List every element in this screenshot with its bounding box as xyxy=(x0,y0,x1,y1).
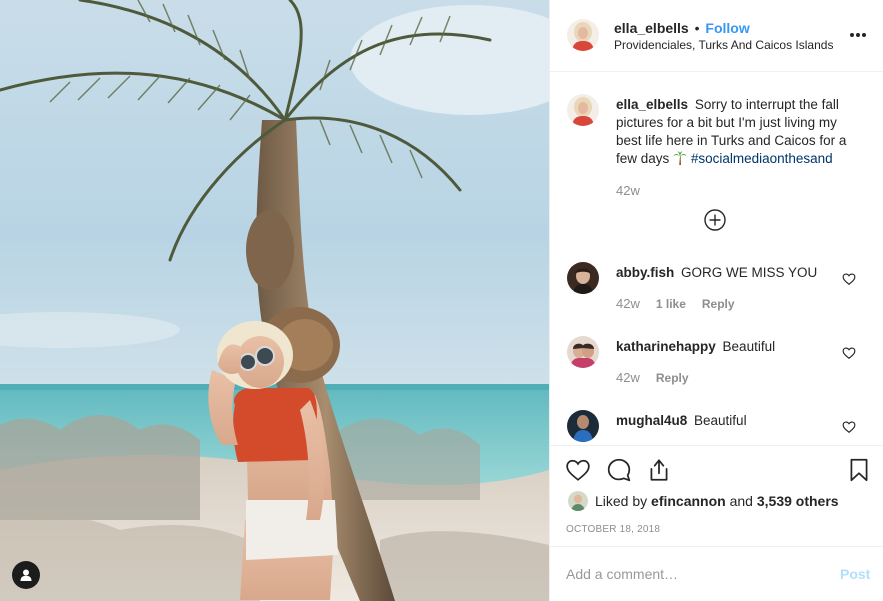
comment-time[interactable]: 42w xyxy=(616,296,640,311)
comment-input[interactable] xyxy=(566,563,806,585)
comment-text-line: abby.fish GORG WE MISS YOU xyxy=(616,264,838,282)
comment-username[interactable]: katharinehappy xyxy=(616,339,716,354)
add-comment-form: Post xyxy=(550,546,883,601)
caption-username[interactable]: ella_elbells xyxy=(616,97,688,112)
comment-username[interactable]: abby.fish xyxy=(616,265,674,280)
header-line: ella_elbells • Follow xyxy=(614,20,750,36)
comment-heart-icon[interactable] xyxy=(842,272,856,286)
caption-time[interactable]: 42w xyxy=(616,183,640,198)
comment-heart-icon[interactable] xyxy=(842,346,856,360)
beach-photo-image xyxy=(0,0,549,601)
post-actions: Liked by efincannon and 3,539 others OCT… xyxy=(550,447,883,547)
comment-text: Beautiful xyxy=(694,413,747,428)
commenter-avatar[interactable] xyxy=(567,336,599,368)
liked-by-prefix: Liked by xyxy=(595,493,648,509)
liked-by-user[interactable]: efincannon xyxy=(651,493,726,509)
caption: ella_elbells Sorry to interrupt the fall… xyxy=(616,96,866,168)
post-comment-button[interactable]: Post xyxy=(840,566,870,582)
instagram-post: ella_elbells • Follow Providenciales, Tu… xyxy=(0,0,883,601)
comment-meta: 42w Reply xyxy=(616,370,689,385)
comment-icon[interactable] xyxy=(606,457,632,483)
post-date[interactable]: OCTOBER 18, 2018 xyxy=(566,524,660,535)
bookmark-icon[interactable] xyxy=(846,457,872,483)
author-username[interactable]: ella_elbells xyxy=(614,20,689,36)
comment-text: GORG WE MISS YOU xyxy=(681,265,818,280)
more-options-icon[interactable] xyxy=(850,27,868,43)
user-tag-icon[interactable] xyxy=(12,561,40,589)
caption-hashtag[interactable]: #socialmediaonthesand xyxy=(691,151,833,166)
liker-avatar[interactable] xyxy=(568,491,588,511)
liked-by-row: Liked by efincannon and 3,539 others xyxy=(568,491,839,511)
author-avatar[interactable] xyxy=(567,19,599,51)
commenter-avatar[interactable] xyxy=(567,262,599,294)
follow-button[interactable]: Follow xyxy=(705,20,749,36)
heart-icon[interactable] xyxy=(565,457,591,483)
comment-time[interactable]: 42w xyxy=(616,370,640,385)
liked-by-text: Liked by efincannon and 3,539 others xyxy=(595,493,839,509)
commenter-avatar[interactable] xyxy=(567,410,599,442)
post-photo[interactable] xyxy=(0,0,549,601)
post-side-panel: ella_elbells • Follow Providenciales, Tu… xyxy=(549,0,883,601)
liked-by-others[interactable]: 3,539 others xyxy=(757,493,839,509)
reply-button[interactable]: Reply xyxy=(656,371,689,385)
separator-dot: • xyxy=(694,20,700,36)
post-header: ella_elbells • Follow Providenciales, Tu… xyxy=(550,0,883,72)
caption-author-avatar[interactable] xyxy=(567,94,599,126)
comment-username[interactable]: mughal4u8 xyxy=(616,413,687,428)
palm-tree-emoji-icon xyxy=(673,151,687,165)
load-more-comments-icon[interactable] xyxy=(704,209,726,231)
comment-meta: 42w 1 like Reply xyxy=(616,296,735,311)
comment-text: Beautiful xyxy=(722,339,776,354)
comment-text-line: mughal4u8 Beautiful xyxy=(616,412,838,430)
comments-list[interactable]: ella_elbells Sorry to interrupt the fall… xyxy=(550,72,883,446)
liked-by-conjunction: and xyxy=(729,493,753,509)
comment-likes[interactable]: 1 like xyxy=(656,297,686,311)
share-icon[interactable] xyxy=(646,457,672,483)
comment-heart-icon[interactable] xyxy=(842,420,856,434)
comment-text-line: katharinehappy Beautiful xyxy=(616,338,838,356)
reply-button[interactable]: Reply xyxy=(702,297,735,311)
post-location[interactable]: Providenciales, Turks And Caicos Islands xyxy=(614,38,833,52)
